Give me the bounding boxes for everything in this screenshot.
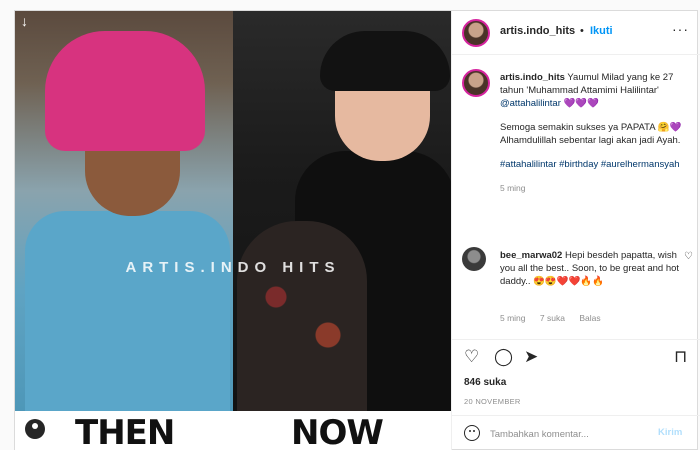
post-frame: ↓ ARTIS.INDO HITS THEN NOW artis.indo_hi… <box>14 10 700 450</box>
caption-hearts: 💜💜💜 <box>563 98 600 109</box>
action-bar: ♡ ◯ ➤ ⊓ <box>452 339 700 373</box>
tagged-user-icon[interactable] <box>25 419 45 439</box>
post-caption: artis.indo_hits Yaumul Milad yang ke 27 … <box>500 71 690 195</box>
post-photo[interactable]: ↓ ARTIS.INDO HITS <box>15 11 451 411</box>
now-label: NOW <box>291 413 384 450</box>
kid-turban <box>45 31 205 151</box>
photo-watermark: ARTIS.INDO HITS <box>125 259 341 276</box>
add-comment-bar: Kirim <box>452 415 700 450</box>
caption-hashtags[interactable]: #attahalilintar #birthday #aurelhermansy… <box>500 158 690 171</box>
comment-meta: 5 ming 7 suka Balas <box>500 313 613 323</box>
caption-username[interactable]: artis.indo_hits <box>500 72 565 83</box>
post-comment-button[interactable]: Kirim <box>658 427 682 438</box>
follow-button[interactable]: Ikuti <box>590 25 613 37</box>
author-avatar[interactable] <box>462 19 490 47</box>
bookmark-icon[interactable]: ⊓ <box>674 348 687 366</box>
author-username[interactable]: artis.indo_hits <box>500 25 575 37</box>
comment-input[interactable] <box>490 425 650 443</box>
comment-body: bee_marwa02 Hepi besdeh papatta, wish yo… <box>500 249 680 288</box>
caption-mention[interactable]: @attahalilintar <box>500 98 561 109</box>
emoji-icon[interactable] <box>464 425 480 441</box>
kid-figure <box>25 211 230 411</box>
man-hair <box>320 31 450 91</box>
download-icon[interactable]: ↓ <box>21 13 37 29</box>
commenter-username[interactable]: bee_marwa02 <box>500 250 562 261</box>
comments-section[interactable]: artis.indo_hits Yaumul Milad yang ke 27 … <box>452 67 700 339</box>
commenter-avatar[interactable] <box>462 247 486 271</box>
comment-like-icon[interactable]: ♡ <box>684 251 693 262</box>
more-options-icon[interactable]: ··· <box>672 21 689 37</box>
caption-paragraph: Semoga semakin sukses ya PAPATA 🤗💜 Alham… <box>500 122 682 146</box>
caption-author-avatar[interactable] <box>462 69 490 97</box>
likes-count[interactable]: 846 suka <box>464 377 506 388</box>
then-label: THEN <box>75 413 175 450</box>
header-separator: • <box>580 25 584 37</box>
comment-likes[interactable]: 7 suka <box>540 313 565 323</box>
comment-icon[interactable]: ◯ <box>494 348 513 366</box>
woman-figure <box>237 221 367 411</box>
share-icon[interactable]: ➤ <box>524 348 538 366</box>
caption-time: 5 ming <box>500 183 526 193</box>
comment-time: 5 ming <box>500 313 526 323</box>
post-date: 20 NOVEMBER <box>464 397 521 406</box>
photo-caption-strip: THEN NOW <box>15 411 451 450</box>
post-header: artis.indo_hits • Ikuti ··· <box>452 11 700 55</box>
like-icon[interactable]: ♡ <box>464 348 479 366</box>
comment-reply-button[interactable]: Balas <box>579 313 600 323</box>
post-side-panel: artis.indo_hits • Ikuti ··· artis.indo_h… <box>451 11 700 450</box>
